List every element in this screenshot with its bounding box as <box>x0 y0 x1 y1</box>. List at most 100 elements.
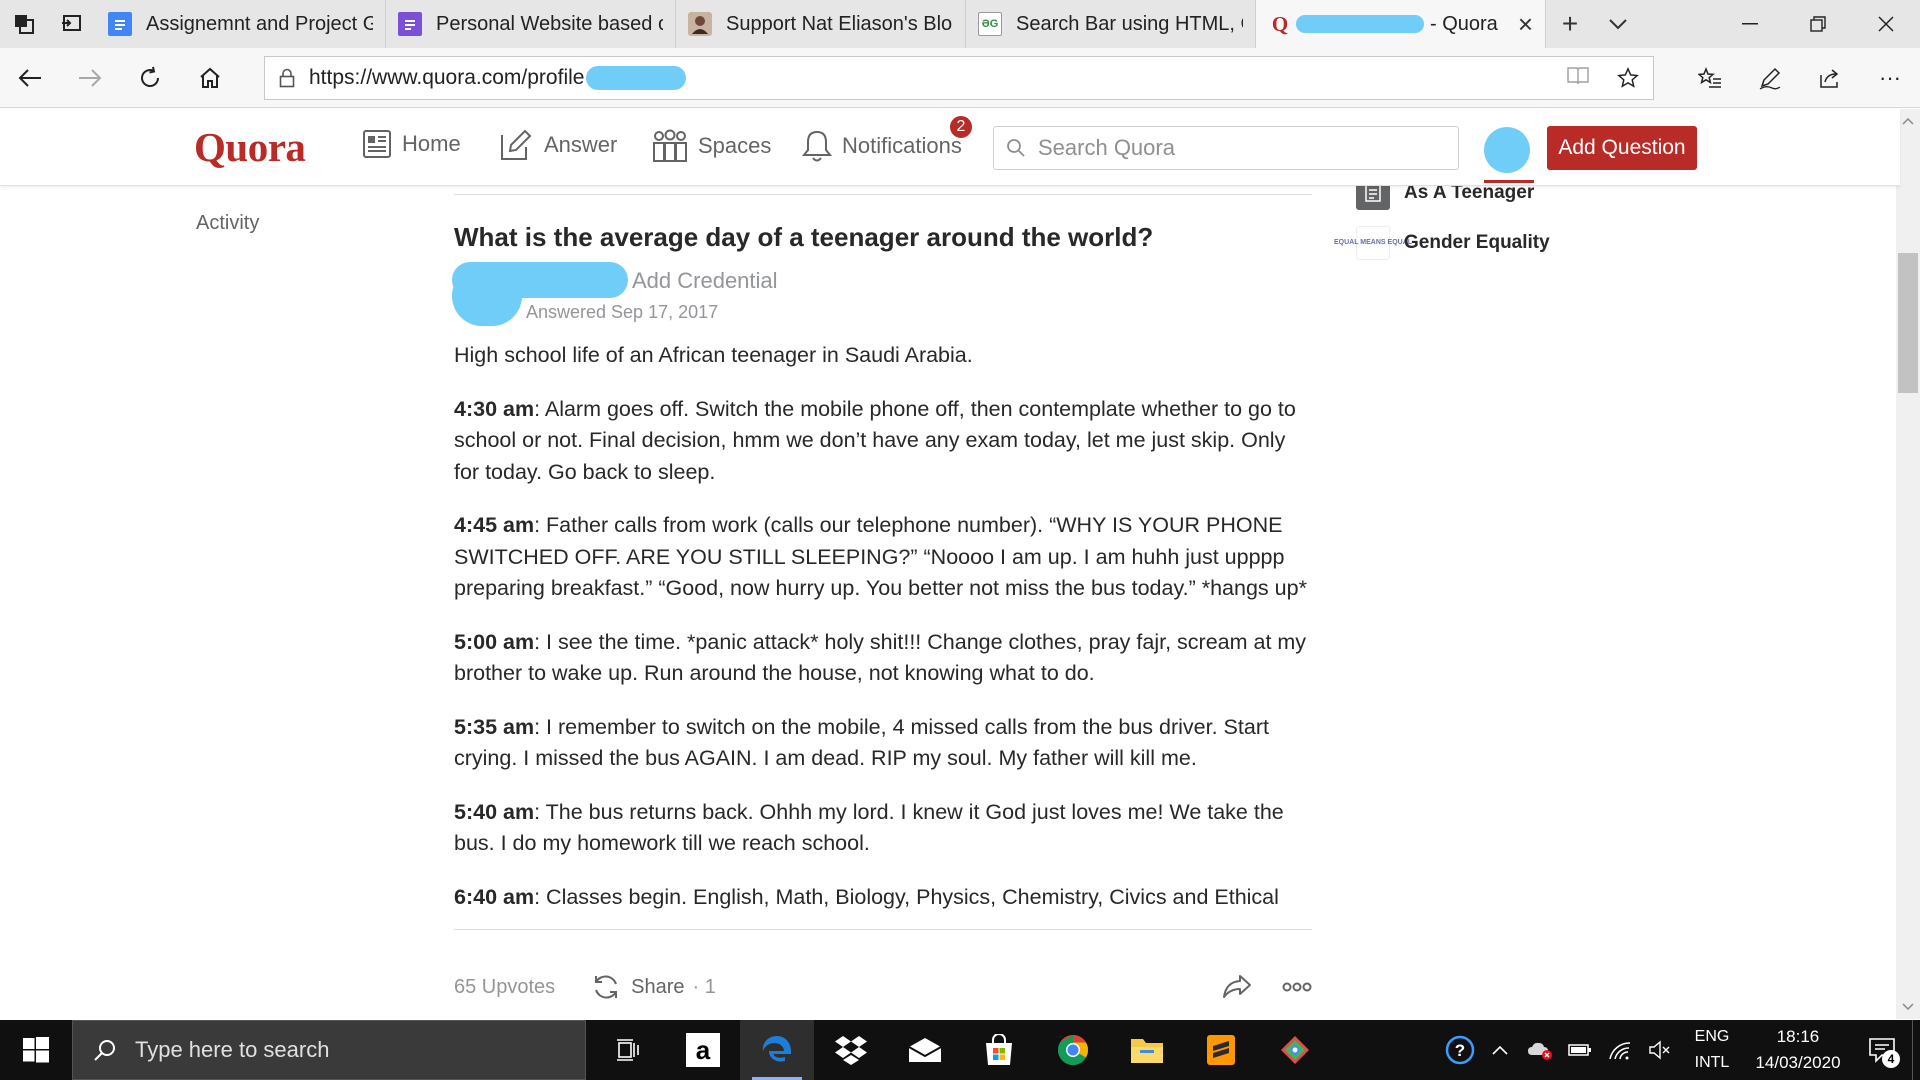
input-language-indicator[interactable]: ENG INTL <box>1680 1024 1744 1076</box>
home-icon[interactable] <box>180 48 240 108</box>
keyboard-layout: INTL <box>1694 1054 1730 1071</box>
scroll-down-icon[interactable] <box>1896 997 1920 1017</box>
battery-icon[interactable] <box>1560 1020 1600 1080</box>
answer-paragraph: 5:35 am: I remember to switch on the mob… <box>454 712 1314 775</box>
answered-date[interactable]: Answered Sep 17, 2017 <box>526 302 718 323</box>
tab-nat-eliason[interactable]: Support Nat Eliason's Blog <box>676 0 966 48</box>
language-code: ENG <box>1694 1028 1730 1045</box>
new-tab-icon[interactable]: + <box>1546 0 1594 48</box>
wifi-icon[interactable] <box>1600 1020 1640 1080</box>
reading-view-icon[interactable] <box>1553 67 1603 89</box>
entry-time: 5:40 am <box>454 799 535 824</box>
show-desktop-button[interactable] <box>1912 1020 1920 1080</box>
entry-time: 4:30 am <box>454 396 535 421</box>
windows-start-icon[interactable] <box>0 1020 72 1080</box>
topic-thumbnail: EQUAL MEANS EQUAL <box>1334 226 1412 260</box>
favorite-star-icon[interactable] <box>1603 67 1653 89</box>
forward-icon[interactable] <box>60 48 120 108</box>
web-notes-pen-icon[interactable] <box>1740 48 1800 108</box>
help-icon[interactable]: ? <box>1440 1020 1480 1080</box>
entry-time: 6:40 am <box>454 884 535 909</box>
browser-tab-strip: Assignemnt and Project G Personal Websit… <box>0 0 1920 48</box>
tab-label: - Quora <box>1430 12 1498 35</box>
chrome-icon[interactable] <box>1036 1020 1110 1080</box>
url-redaction <box>586 66 687 90</box>
page-scrollbar[interactable] <box>1896 109 1920 1019</box>
answer-intro: High school life of an African teenager … <box>454 343 973 367</box>
dropbox-icon[interactable] <box>814 1020 888 1080</box>
taskbar-search-input[interactable]: Type here to search <box>72 1020 586 1080</box>
nav-notifications[interactable]: Notifications <box>802 129 962 163</box>
clock-time: 18:16 <box>1776 1027 1820 1046</box>
back-icon[interactable] <box>0 48 60 108</box>
show-hidden-icons-chevron-icon[interactable] <box>1480 1020 1520 1080</box>
mail-icon[interactable] <box>888 1020 962 1080</box>
quora-logo[interactable]: Quora <box>194 123 306 171</box>
speaker-muted-icon[interactable] <box>1640 1020 1680 1080</box>
notification-count-badge: 2 <box>948 114 974 140</box>
action-center-icon[interactable]: 4 <box>1852 1020 1912 1080</box>
share-count: · 1 <box>692 975 716 998</box>
question-title[interactable]: What is the average day of a teenager ar… <box>454 222 1153 253</box>
tab-title-redaction <box>1296 15 1424 33</box>
forward-share-icon[interactable] <box>1222 974 1252 1000</box>
topic-gender-equality[interactable]: EQUAL MEANS EQUAL Gender Equality <box>1334 226 1550 260</box>
close-tab-icon[interactable]: × <box>1518 9 1533 40</box>
docs-icon <box>108 12 132 36</box>
sublime-text-icon[interactable] <box>1184 1020 1258 1080</box>
spaces-people-icon <box>652 129 688 163</box>
more-menu-icon[interactable]: ··· <box>1860 48 1920 108</box>
file-explorer-icon[interactable] <box>1110 1020 1184 1080</box>
edge-browser-icon[interactable] <box>740 1020 814 1080</box>
tab-actions-icon[interactable] <box>0 0 48 48</box>
microsoft-store-icon[interactable] <box>962 1020 1036 1080</box>
set-aside-tabs-icon[interactable] <box>48 0 96 48</box>
entry-text: : The bus returns back. Ohhh my lord. I … <box>454 799 1284 856</box>
nav-answer[interactable]: Answer <box>500 129 617 161</box>
onedrive-error-icon[interactable] <box>1520 1020 1560 1080</box>
nav-spaces[interactable]: Spaces <box>652 129 771 163</box>
tab-assignment[interactable]: Assignemnt and Project G <box>96 0 386 48</box>
entry-time: 5:35 am <box>454 714 535 739</box>
geeksforgeeks-icon: ƏG <box>978 12 1002 36</box>
search-placeholder: Search Quora <box>1038 135 1175 160</box>
tab-preview-chevron-icon[interactable] <box>1594 0 1642 48</box>
entry-text: : Classes begin. English, Math, Biology,… <box>534 884 1279 909</box>
add-credential-link[interactable]: Add Credential <box>632 268 778 294</box>
url-text[interactable]: https://www.quora.com/profile <box>309 66 584 90</box>
tab-quora[interactable]: Q - Quora × <box>1256 0 1546 48</box>
more-options-icon[interactable] <box>1282 982 1312 992</box>
share-button[interactable]: Share · 1 <box>591 973 716 1001</box>
nav-home[interactable]: Home <box>362 129 461 159</box>
refresh-icon[interactable] <box>120 48 180 108</box>
profile-avatar[interactable] <box>1484 127 1530 173</box>
amazon-icon[interactable]: a <box>666 1020 740 1080</box>
nav-notifications-label: Notifications <box>842 133 962 158</box>
answer-paragraph: 6:40 am: Classes begin. English, Math, B… <box>454 882 1314 914</box>
share-page-icon[interactable] <box>1800 48 1860 108</box>
close-window-icon[interactable] <box>1852 0 1920 48</box>
taskbar-clock[interactable]: 18:16 14/03/2020 <box>1744 1024 1852 1076</box>
add-question-button[interactable]: Add Question <box>1547 126 1697 170</box>
answer-paragraph: 5:40 am: The bus returns back. Ohhh my l… <box>454 797 1314 860</box>
entry-text: : I see the time. *panic attack* holy sh… <box>454 629 1307 686</box>
sidebar-item-activity[interactable]: Activity <box>196 212 259 235</box>
avatar-icon <box>688 12 712 36</box>
home-feed-icon <box>362 129 392 159</box>
scrollbar-thumb[interactable] <box>1898 253 1918 393</box>
system-tray: ? ENG INTL 18:16 14/03/2020 4 <box>1440 1020 1920 1080</box>
search-input[interactable]: Search Quora <box>993 126 1459 170</box>
search-icon <box>93 1038 117 1062</box>
task-view-icon[interactable] <box>592 1020 666 1080</box>
address-bar[interactable]: https://www.quora.com/profile <box>264 56 1654 100</box>
tab-personal-website[interactable]: Personal Website based or <box>386 0 676 48</box>
svg-text:?: ? <box>1455 1041 1465 1060</box>
minimize-icon[interactable] <box>1716 0 1784 48</box>
lock-icon[interactable] <box>265 68 309 88</box>
restore-icon[interactable] <box>1784 0 1852 48</box>
tab-search-bar[interactable]: ƏG Search Bar using HTML, CS <box>966 0 1256 48</box>
upvote-button[interactable]: 65 Upvotes <box>454 976 555 999</box>
search-icon <box>1006 138 1026 158</box>
git-client-icon[interactable] <box>1258 1020 1332 1080</box>
favorites-hub-icon[interactable] <box>1680 48 1740 108</box>
